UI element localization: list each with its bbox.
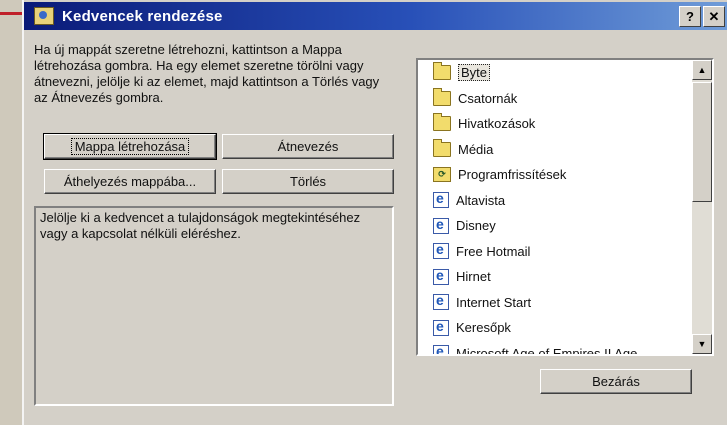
organize-favorites-dialog: Kedvencek rendezése ? ✕ Ha új mappát sze…: [22, 0, 727, 425]
ie-link-icon: [433, 343, 449, 354]
close-dialog-button[interactable]: Bezárás: [540, 369, 692, 394]
vertical-scrollbar[interactable]: ▲ ▼: [692, 60, 712, 354]
folder-icon: [433, 138, 451, 157]
list-item[interactable]: Média: [418, 137, 690, 163]
list-item[interactable]: Keresőpk: [418, 315, 690, 341]
instructions-text: Ha új mappát szeretne létrehozni, kattin…: [34, 42, 380, 105]
list-item-label: Disney: [456, 218, 496, 234]
ie-link-icon: [433, 241, 449, 260]
help-button[interactable]: ?: [679, 6, 701, 27]
ie-link-icon: [433, 190, 449, 209]
list-item-label: Free Hotmail: [456, 243, 531, 259]
folder-icon: [433, 87, 451, 106]
list-item-label: Keresőpk: [456, 320, 511, 336]
close-window-button[interactable]: ✕: [703, 6, 725, 27]
list-item[interactable]: Free Hotmail: [418, 239, 690, 265]
folder-icon: [433, 113, 451, 132]
list-item-label: Microsoft Age of Empires II Age...: [456, 345, 649, 356]
scroll-thumb[interactable]: [692, 82, 712, 202]
create-folder-button[interactable]: Mappa létrehozása: [43, 133, 217, 160]
list-item-label: Internet Start: [456, 294, 532, 310]
list-item[interactable]: ⟳ Programfrissítések: [418, 162, 690, 188]
list-item-label: Programfrissítések: [458, 167, 567, 183]
create-folder-label: Mappa létrehozása: [70, 138, 190, 155]
rename-button[interactable]: Átnevezés: [222, 134, 394, 159]
list-item[interactable]: Altavista: [418, 188, 690, 214]
list-item[interactable]: Hivatkozások: [418, 111, 690, 137]
title-bar[interactable]: Kedvencek rendezése ? ✕: [24, 2, 727, 30]
window-title: Kedvencek rendezése: [62, 7, 223, 25]
list-item[interactable]: Disney: [418, 213, 690, 239]
list-item[interactable]: Microsoft Age of Empires II Age...: [418, 341, 690, 356]
pointer-arrow: [0, 7, 32, 19]
list-item-label: Byte: [458, 64, 491, 82]
ie-link-icon: [433, 292, 449, 311]
sync-folder-icon: ⟳: [433, 167, 451, 183]
folder-icon: [433, 62, 451, 81]
list-item-label: Hivatkozások: [458, 116, 536, 132]
list-item-label: Csatornák: [458, 90, 518, 106]
favorites-window-icon: [34, 7, 54, 25]
favorites-items: Byte Csatornák Hivatkozások Média ⟳ Programfr…: [418, 60, 690, 356]
list-item[interactable]: Byte: [418, 60, 690, 86]
info-text: Jelölje ki a kedvencet a tulajdonságok m…: [40, 210, 361, 241]
favorites-list[interactable]: Byte Csatornák Hivatkozások Média ⟳ Programfr…: [416, 58, 714, 356]
list-item-label: Média: [458, 141, 494, 157]
list-item[interactable]: Hirnet: [418, 264, 690, 290]
favorite-info-panel: Jelölje ki a kedvencet a tulajdonságok m…: [34, 206, 394, 406]
move-to-folder-button[interactable]: Áthelyezés mappába...: [44, 169, 216, 194]
delete-button[interactable]: Törlés: [222, 169, 394, 194]
ie-link-icon: [433, 267, 449, 285]
list-item[interactable]: Internet Start: [418, 290, 690, 316]
scroll-down-arrow-icon[interactable]: ▼: [692, 334, 712, 354]
list-item-label: Hirnet: [456, 269, 491, 285]
list-item-label: Altavista: [456, 192, 506, 208]
scroll-up-arrow-icon[interactable]: ▲: [692, 60, 712, 80]
list-item[interactable]: Csatornák: [418, 86, 690, 112]
ie-link-icon: [433, 216, 449, 234]
ie-link-icon: [433, 318, 449, 336]
